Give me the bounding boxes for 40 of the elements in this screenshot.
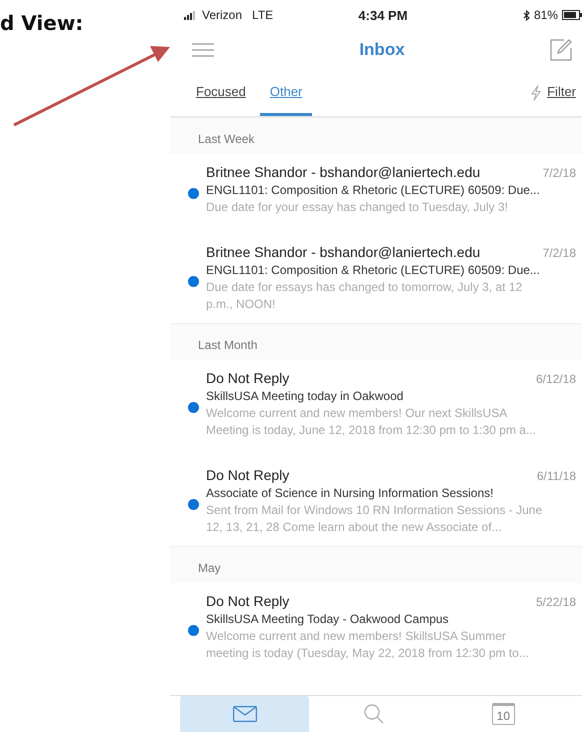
- message-date: 5/22/18: [536, 595, 576, 609]
- menu-button[interactable]: [190, 41, 216, 59]
- battery-icon: [562, 10, 582, 20]
- message-preview: Due date for essays has changed to tomorrow, July 3, at 12 p.m., NOON!: [206, 279, 524, 313]
- section-header: Last Week: [170, 117, 582, 154]
- battery-percent: 81%: [534, 8, 558, 22]
- message-date: 7/2/18: [542, 246, 576, 260]
- message-subject: SkillsUSA Meeting today in Oakwood: [206, 389, 404, 403]
- sender-name: Do Not Reply: [206, 467, 290, 483]
- envelope-icon: [232, 706, 257, 722]
- filter-button[interactable]: Filter: [541, 70, 576, 116]
- message-subject: ENGL1101: Composition & Rhetoric (LECTURE) 60509: Due...: [206, 183, 541, 197]
- bluetooth-icon: [522, 10, 530, 20]
- network-type: LTE: [252, 8, 274, 22]
- message-preview: Sent from Mail for Windows 10 RN Information Sessions - June 12, 13, 21, 28 Come learn about the new Associate of...: [206, 502, 544, 536]
- sender-name: Do Not Reply: [206, 370, 290, 386]
- search-icon: [364, 704, 384, 724]
- message-subject: SkillsUSA Meeting Today - Oakwood Campus: [206, 612, 450, 626]
- mail-tab[interactable]: [180, 696, 310, 732]
- signal-icon: [184, 10, 198, 20]
- lightning-icon: [531, 85, 542, 101]
- sender-name: Britnee Shandor - bshandor@laniertech.edu: [206, 164, 480, 180]
- clock-time: 4:34 PM: [358, 8, 408, 22]
- sender-name: Do Not Reply: [206, 593, 290, 609]
- inbox-title: Inbox: [359, 40, 405, 60]
- inbox-tab[interactable]: Focused: [186, 70, 256, 116]
- message-preview: Welcome current and new members! Our next SkillsUSA Meeting is today, June 12, 2018 from 12:30 pm to 1:30 pm a...: [206, 405, 537, 439]
- message-subject: ENGL1101: Composition & Rhetoric (LECTURE) 60509: Due...: [206, 263, 541, 277]
- message-date: 6/12/18: [536, 372, 576, 386]
- message-subject: Associate of Science in Nursing Information Sessions!: [206, 486, 494, 500]
- message-preview: Due date for your essay has changed to Tuesday, July 3!: [206, 199, 509, 216]
- compose-button[interactable]: [548, 37, 574, 63]
- message-preview: Welcome current and new members! SkillsUSA Summer meeting is today (Tuesday, May 22, 2018 from 12:30 pm to...: [206, 628, 530, 662]
- section-heading: d View:: [0, 11, 84, 35]
- section-header: May: [170, 546, 582, 583]
- message-date: 6/11/18: [536, 469, 576, 483]
- section-header: Last Month: [170, 323, 582, 360]
- carrier-name: Verizon: [202, 8, 242, 22]
- sender-name: Britnee Shandor - bshandor@laniertech.edu: [206, 244, 480, 260]
- message-date: 7/2/18: [542, 166, 576, 180]
